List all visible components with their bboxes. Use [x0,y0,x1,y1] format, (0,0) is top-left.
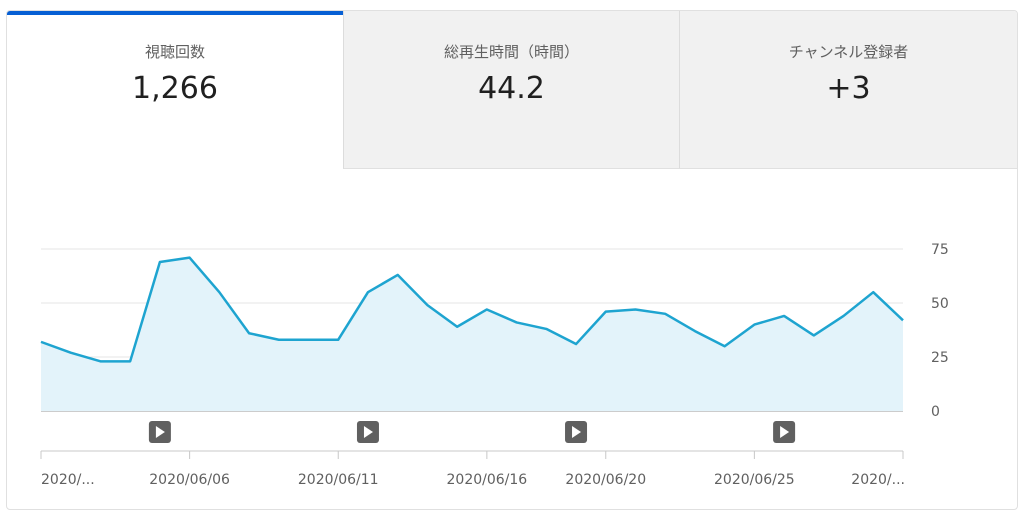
x-tick-label: 2020/06/25 [714,472,795,488]
y-tick-label: 75 [931,242,949,258]
x-tick-label: 2020/06/11 [298,472,379,488]
x-tick-label: 2020/... [41,472,95,488]
x-tick-label: 2020/... [851,472,905,488]
y-tick-label: 0 [931,404,940,420]
y-tick-label: 50 [931,296,949,312]
views-line-chart: 0 25 50 75 2020/... 2020/06/06 2020/06/11 2020/… [40,242,949,488]
y-tick-label: 25 [931,350,949,366]
x-tick-label: 2020/06/20 [565,472,646,488]
area-fill [41,257,903,411]
x-tick-label: 2020/06/16 [447,472,528,488]
x-tick-label: 2020/06/06 [149,472,230,488]
analytics-card: 視聴回数 1,266 総再生時間（時間） 44.2 チャンネル登録者 +3 02… [6,10,1018,510]
